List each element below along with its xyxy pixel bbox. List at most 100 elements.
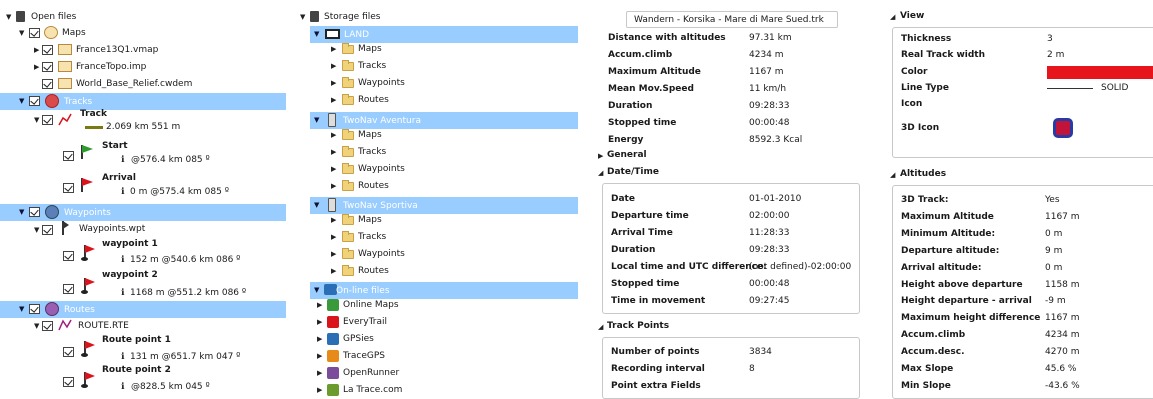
maps-label: Maps: [62, 28, 86, 38]
map-item[interactable]: France13Q1.vmap: [76, 44, 158, 56]
maps-checkbox[interactable]: [29, 28, 40, 38]
altitude-value: Yes: [1045, 195, 1060, 205]
route-arrow-icon[interactable]: ▼: [34, 320, 39, 332]
expand-arrow-icon[interactable]: ▶: [331, 43, 336, 55]
tracks-arrow-icon[interactable]: ▼: [19, 95, 24, 107]
expand-arrow-icon[interactable]: ▶: [317, 384, 322, 396]
land-tracks-item[interactable]: Tracks: [358, 60, 386, 72]
land-waypoints-item[interactable]: Waypoints: [358, 77, 405, 89]
expand-arrow-icon[interactable]: ▶: [331, 163, 336, 175]
sportiva-waypoints-item[interactable]: Waypoints: [358, 248, 405, 260]
land-maps-item[interactable]: Maps: [358, 43, 382, 55]
expand-arrow-icon[interactable]: ▶: [331, 94, 336, 106]
view-value[interactable]: SOLID: [1101, 82, 1128, 94]
online-service-item[interactable]: OpenRunner: [343, 367, 399, 379]
aventura-maps-item[interactable]: Maps: [358, 129, 382, 141]
rp2-stats: @828.5 km 045 º: [131, 382, 210, 392]
expand-arrow-icon[interactable]: ▶: [331, 265, 336, 277]
rp2-checkbox[interactable]: [63, 377, 74, 387]
wp1-checkbox[interactable]: [63, 251, 74, 261]
general-section[interactable]: General: [607, 150, 647, 160]
track-arrow-icon[interactable]: ▼: [34, 114, 39, 126]
view-arrow-icon[interactable]: ◢: [890, 11, 895, 23]
collapse-arrow-icon[interactable]: ▼: [300, 11, 305, 23]
altitude-key: Minimum Altitude:: [901, 228, 996, 239]
aventura-routes-item[interactable]: Routes: [358, 180, 389, 192]
expand-arrow-icon[interactable]: ▶: [317, 316, 322, 328]
map-checkbox[interactable]: [42, 45, 53, 55]
arrival-checkbox[interactable]: [63, 183, 74, 193]
altitude-key: Arrival altitude:: [901, 262, 982, 273]
expand-arrow-icon[interactable]: ▶: [331, 146, 336, 158]
online-service-item[interactable]: La Trace.com: [343, 384, 402, 396]
online-service-item[interactable]: GPSies: [343, 333, 374, 345]
sportiva-routes-item[interactable]: Routes: [358, 265, 389, 277]
trackpoints-arrow-icon[interactable]: ◢: [598, 321, 603, 333]
altitudes-arrow-icon[interactable]: ◢: [890, 169, 895, 181]
online-service-item[interactable]: EveryTrail: [343, 316, 387, 328]
maps-arrow-icon[interactable]: ▼: [19, 27, 24, 39]
map-arrow-icon[interactable]: ▶: [34, 44, 39, 56]
wp2-label: waypoint 2: [102, 270, 158, 280]
land-routes-item[interactable]: Routes: [358, 94, 389, 106]
expand-arrow-icon[interactable]: ▶: [317, 299, 322, 311]
map-checkbox[interactable]: [42, 62, 53, 72]
expand-arrow-icon[interactable]: ▶: [331, 77, 336, 89]
aventura-waypoints-item[interactable]: Waypoints: [358, 163, 405, 175]
folder-icon: [342, 231, 354, 242]
sportiva-tracks-item[interactable]: Tracks: [358, 231, 386, 243]
expand-arrow-icon[interactable]: ▶: [317, 333, 322, 345]
sportiva-maps-item[interactable]: Maps: [358, 214, 382, 226]
routes-icon: [45, 302, 59, 316]
line-type-preview: [1047, 88, 1093, 89]
online-service-item[interactable]: TraceGPS: [343, 350, 385, 362]
track-line-icon: [85, 126, 103, 129]
routes-arrow-icon[interactable]: ▼: [19, 303, 24, 315]
map-item[interactable]: FranceTopo.imp: [76, 61, 146, 73]
waypoints-checkbox[interactable]: [29, 207, 40, 217]
start-checkbox[interactable]: [63, 151, 74, 161]
color-swatch[interactable]: [1047, 66, 1153, 79]
expand-arrow-icon[interactable]: ▶: [331, 214, 336, 226]
routes-checkbox[interactable]: [29, 304, 40, 314]
trackpoints-section[interactable]: Track Points: [607, 321, 669, 331]
general-arrow-icon[interactable]: ▶: [598, 150, 603, 162]
3d-icon-preview[interactable]: [1053, 118, 1073, 138]
online-service-item[interactable]: Online Maps: [343, 299, 399, 311]
summary-value: 4234 m: [749, 50, 784, 60]
expand-arrow-icon[interactable]: ▶: [331, 60, 336, 72]
view-section[interactable]: View: [900, 11, 924, 21]
expand-arrow-icon[interactable]: ▶: [317, 367, 322, 379]
sportiva-label: TwoNav Sportiva: [343, 201, 418, 211]
map-item[interactable]: World_Base_Relief.cwdem: [76, 78, 192, 90]
expand-arrow-icon[interactable]: ▶: [317, 350, 322, 362]
tracks-row[interactable]: [0, 93, 286, 110]
map-arrow-icon[interactable]: ▶: [34, 61, 39, 73]
wp2-checkbox[interactable]: [63, 284, 74, 294]
waypoints-row[interactable]: [0, 204, 286, 221]
aventura-tracks-item[interactable]: Tracks: [358, 146, 386, 158]
collapse-arrow-icon[interactable]: ▼: [6, 11, 11, 23]
wpt-checkbox[interactable]: [42, 225, 53, 235]
waypoints-arrow-icon[interactable]: ▼: [19, 206, 24, 218]
track-checkbox[interactable]: [42, 115, 53, 125]
routes-row[interactable]: [0, 301, 286, 318]
aventura-arrow-icon[interactable]: ▼: [314, 114, 319, 126]
route-checkbox[interactable]: [42, 321, 53, 331]
rp1-checkbox[interactable]: [63, 347, 74, 357]
datetime-arrow-icon[interactable]: ◢: [598, 167, 603, 179]
land-arrow-icon[interactable]: ▼: [314, 28, 319, 40]
tracks-icon: [45, 94, 59, 108]
online-arrow-icon[interactable]: ▼: [314, 284, 319, 296]
datetime-section[interactable]: Date/Time: [607, 167, 659, 177]
expand-arrow-icon[interactable]: ▶: [331, 231, 336, 243]
wpt-arrow-icon[interactable]: ▼: [34, 224, 39, 236]
tracks-checkbox[interactable]: [29, 96, 40, 106]
expand-arrow-icon[interactable]: ▶: [331, 248, 336, 260]
expand-arrow-icon[interactable]: ▶: [331, 180, 336, 192]
sportiva-arrow-icon[interactable]: ▼: [314, 199, 319, 211]
expand-arrow-icon[interactable]: ▶: [331, 129, 336, 141]
waypoint-flag-icon: [81, 245, 96, 261]
altitudes-section[interactable]: Altitudes: [900, 169, 946, 179]
map-checkbox[interactable]: [42, 79, 53, 89]
